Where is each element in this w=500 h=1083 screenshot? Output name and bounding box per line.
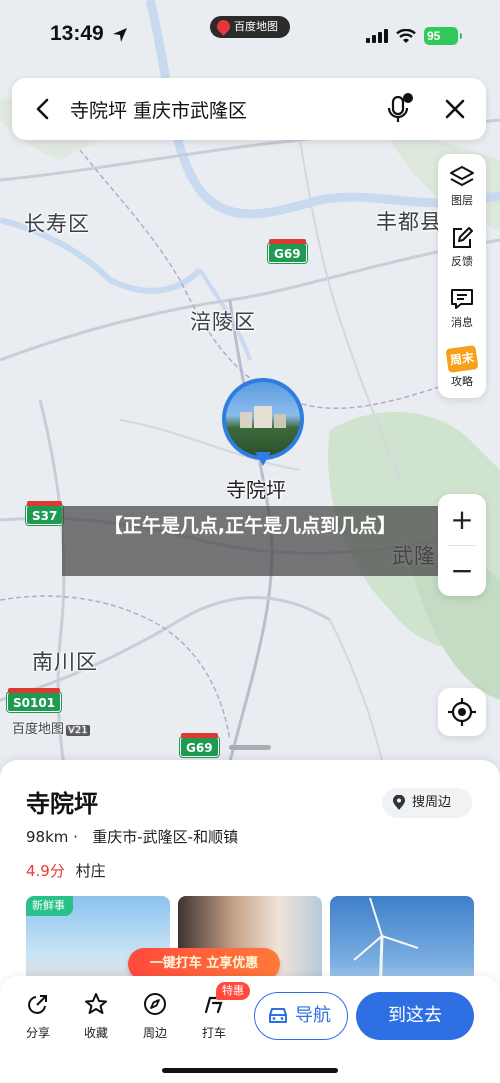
go-here-button[interactable]: 到这去 [356, 992, 474, 1040]
tool-feedback[interactable]: 反馈 [438, 217, 486, 275]
highway-shield-s37: S37 [26, 501, 64, 525]
share-button[interactable]: 分享 [18, 992, 58, 1041]
locate-crosshair-icon [448, 698, 476, 726]
car-icon [269, 1008, 287, 1023]
weekend-guide-icon: 周末 [445, 345, 479, 373]
poi-region: 重庆市-武隆区-和顺镇 [92, 828, 239, 846]
map-label-changshou: 长寿区 [24, 212, 90, 236]
poi-marker-photo [222, 378, 304, 460]
search-query[interactable]: 寺院坪 重庆市武隆区 [70, 96, 247, 123]
search-nearby-button[interactable]: 搜周边 [382, 788, 472, 818]
map-label-fengdu: 丰都县 [376, 210, 442, 234]
share-icon [28, 995, 47, 1014]
poi-rating: 4.9分 村庄 [26, 860, 106, 881]
locate-button[interactable] [438, 688, 486, 736]
nearby-button[interactable]: 周边 [135, 992, 175, 1041]
map-label-nanchuan: 南川区 [32, 650, 98, 674]
zoom-control: + − [438, 494, 486, 596]
location-pin-icon [393, 795, 405, 810]
zoom-out-button[interactable]: − [438, 545, 486, 596]
map-logo: 百度地图 V21 [12, 722, 90, 737]
app-return-pill[interactable]: 百度地图 [210, 16, 290, 38]
baidu-map-pin-icon [214, 17, 233, 36]
poi-score: 4.9分 [26, 862, 65, 880]
zoom-in-button[interactable]: + [438, 494, 486, 545]
navigate-button[interactable]: 导航 [254, 992, 348, 1040]
map-toolbar: 图层 反馈 消息 周末 攻略 [438, 154, 486, 398]
poi-distance: 98km [26, 828, 69, 846]
message-icon [451, 289, 473, 309]
highway-shield-g69-south: G69 [180, 733, 219, 757]
compass-icon [144, 993, 166, 1015]
tool-guide[interactable]: 周末 攻略 [438, 339, 486, 397]
tool-layers[interactable]: 图层 [438, 156, 486, 214]
special-offer-tag: 特惠 [216, 982, 250, 1000]
status-time: 13:49 [50, 22, 104, 45]
voice-mic-icon[interactable] [384, 92, 414, 126]
poi-title: 寺院坪 [26, 790, 98, 818]
poi-meta: 98km · 重庆市-武隆区-和顺镇 [26, 828, 239, 846]
poi-map-label: 寺院坪 [226, 478, 286, 502]
back-arrow-icon[interactable] [28, 94, 58, 124]
layers-icon [450, 166, 474, 186]
highway-shield-s0101: S0101 [7, 688, 62, 712]
overlay-banner: 【正午是几点,正午是几点到几点】 [62, 506, 438, 576]
feedback-edit-icon [453, 227, 473, 248]
star-icon [85, 993, 107, 1014]
sheet-drag-handle[interactable] [229, 745, 271, 750]
poi-category: 村庄 [75, 862, 106, 880]
tool-messages[interactable]: 消息 [438, 278, 486, 336]
cellular-signal-icon [366, 29, 388, 43]
battery-icon: 95 [424, 27, 462, 45]
highway-shield-g69: G69 [268, 239, 307, 263]
location-arrow-icon [113, 28, 127, 42]
wifi-icon [396, 28, 416, 43]
fresh-news-tag: 新鲜事 [26, 896, 73, 916]
close-icon[interactable] [440, 94, 470, 124]
poi-marker[interactable] [222, 378, 304, 474]
search-bar[interactable]: 寺院坪 重庆市武隆区 [12, 78, 486, 140]
status-bar: 13:49 百度地图 95 [0, 0, 500, 72]
status-indicators: 95 [366, 27, 462, 45]
favorite-button[interactable]: 收藏 [76, 992, 116, 1041]
map-label-fuling: 涪陵区 [190, 310, 256, 334]
action-bar: 分享 收藏 周边 打车 特惠 导航 到这去 [0, 976, 500, 1083]
home-indicator[interactable] [162, 1068, 338, 1073]
